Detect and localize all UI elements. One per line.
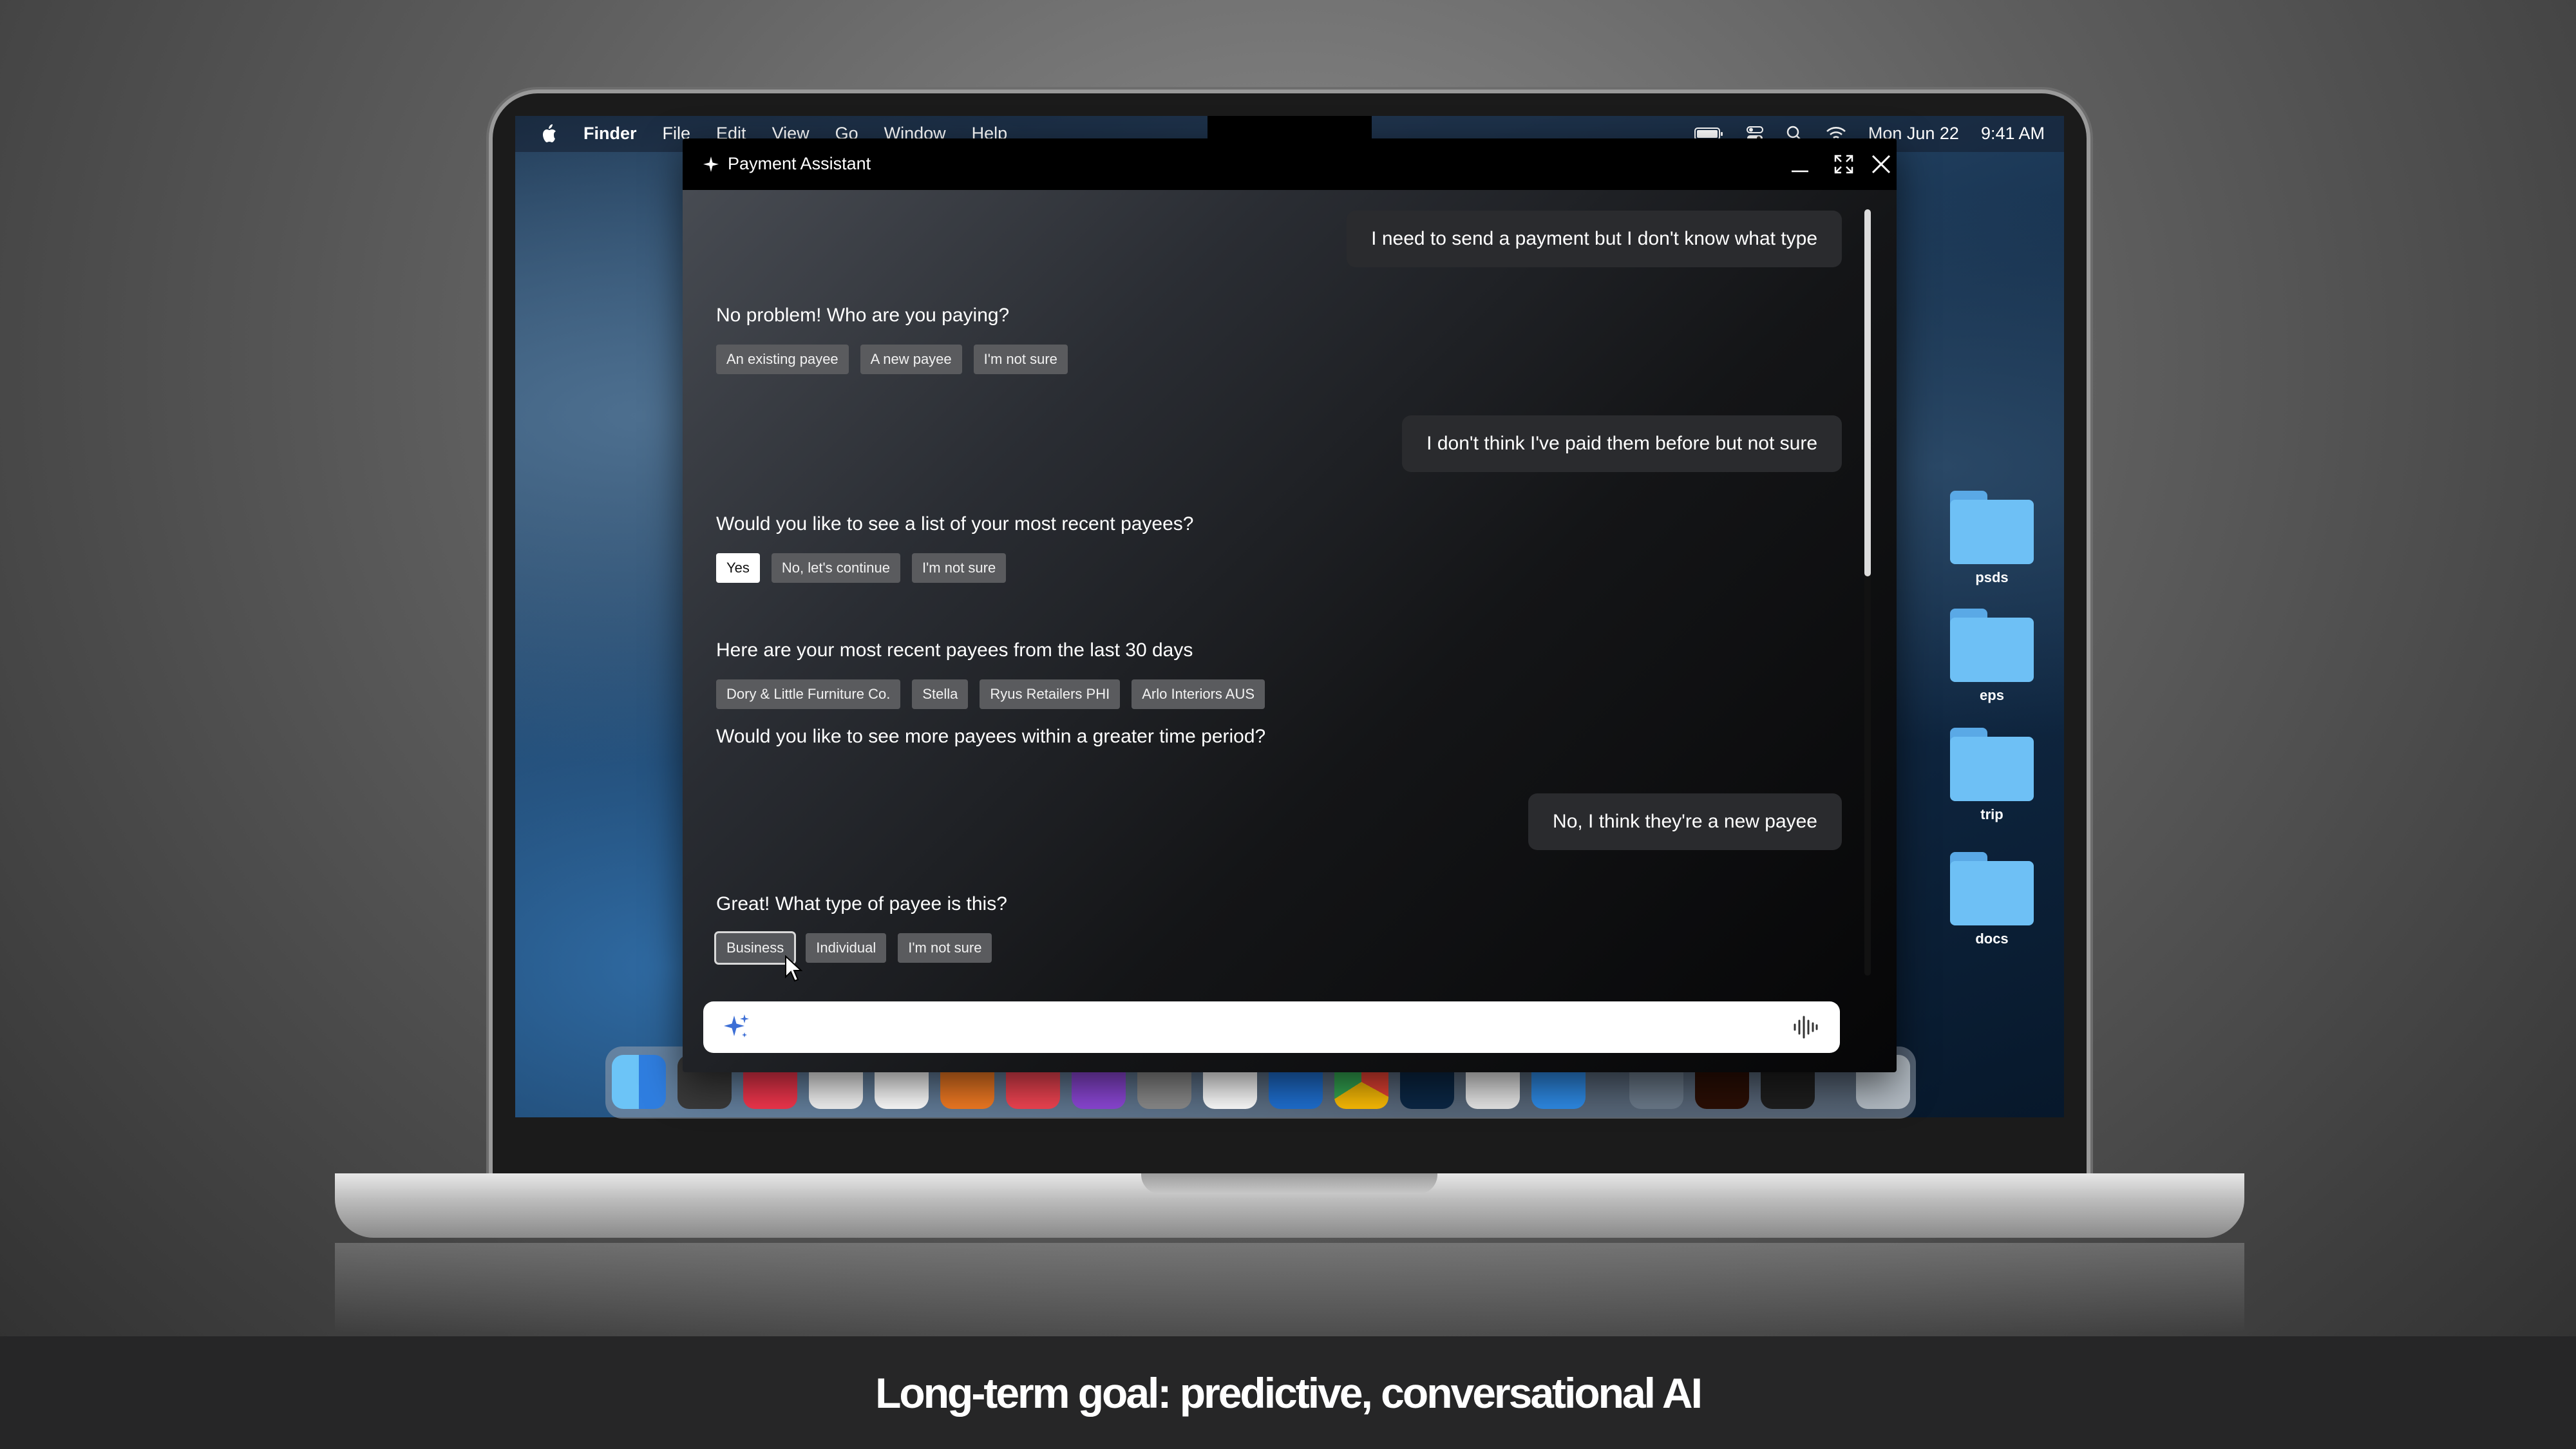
user-message: No, I think they're a new payee (1528, 793, 1842, 850)
user-message: I need to send a payment but I don't kno… (1347, 211, 1842, 267)
window-titlebar: Payment Assistant (683, 138, 1897, 190)
folder-label: psds (1975, 569, 2009, 585)
folder-label: docs (1975, 931, 2009, 947)
payee-ryus-retailers[interactable]: Ryus Retailers PHI (980, 679, 1121, 709)
option-not-sure[interactable]: I'm not sure (898, 933, 992, 963)
assistant-message: Here are your most recent payees from th… (716, 639, 1193, 661)
option-business[interactable]: Business (716, 933, 795, 963)
expand-icon (1834, 155, 1853, 174)
option-not-sure[interactable]: I'm not sure (973, 345, 1068, 374)
chat-input[interactable] (703, 1001, 1840, 1053)
payment-assistant-window: Payment Assistant I need to send a payme… (683, 138, 1897, 1072)
quick-reply-options: Yes No, let's continue I'm not sure (716, 553, 1007, 583)
close-button[interactable] (1868, 151, 1894, 177)
folder-label: trip (1980, 806, 2003, 822)
minimize-icon (1792, 170, 1808, 173)
chat-scrollbar[interactable] (1864, 209, 1871, 976)
folder-icon (1950, 861, 2034, 925)
quick-reply-options: An existing payee A new payee I'm not su… (716, 345, 1068, 374)
folder-icon (1950, 500, 2034, 564)
apple-icon[interactable] (541, 124, 558, 144)
payee-stella[interactable]: Stella (912, 679, 969, 709)
option-lets-continue[interactable]: No, let's continue (771, 553, 900, 583)
payee-arlo-interiors[interactable]: Arlo Interiors AUS (1132, 679, 1265, 709)
quick-reply-options: Business Individual I'm not sure (716, 933, 992, 963)
minimize-button[interactable] (1787, 151, 1813, 177)
assistant-message: Would you like to see a list of your mos… (716, 513, 1194, 535)
mouse-cursor-icon (785, 955, 802, 982)
caption-text: Long-term goal: predictive, conversation… (875, 1369, 1703, 1417)
menu-app-name[interactable]: Finder (583, 124, 637, 144)
folder-icon (1950, 737, 2034, 801)
option-not-sure[interactable]: I'm not sure (911, 553, 1007, 583)
window-title: Payment Assistant (728, 154, 871, 173)
option-new-payee[interactable]: A new payee (860, 345, 962, 374)
option-individual[interactable]: Individual (806, 933, 887, 963)
maximize-button[interactable] (1831, 151, 1857, 177)
scrollbar-thumb[interactable] (1864, 209, 1871, 576)
user-message: I don't think I've paid them before but … (1402, 415, 1842, 472)
assistant-message: No problem! Who are you paying? (716, 305, 1010, 326)
option-existing-payee[interactable]: An existing payee (716, 345, 849, 374)
recent-payee-options: Dory & Little Furniture Co. Stella Ryus … (716, 679, 1265, 709)
payee-dory-little[interactable]: Dory & Little Furniture Co. (716, 679, 901, 709)
folder-label: eps (1980, 687, 2004, 703)
voice-waveform-icon[interactable] (1792, 1016, 1818, 1039)
sparkle-icon[interactable] (721, 1012, 752, 1043)
folder-icon (1950, 618, 2034, 682)
assistant-message: Would you like to see more payees within… (716, 726, 1266, 747)
laptop-opening-notch (1141, 1173, 1437, 1194)
dock-finder-icon[interactable] (612, 1055, 666, 1109)
assistant-message: Great! What type of payee is this? (716, 893, 1007, 914)
option-yes[interactable]: Yes (716, 553, 760, 583)
sparkle-icon (703, 156, 719, 172)
close-icon (1871, 155, 1891, 174)
caption-bar: Long-term goal: predictive, conversation… (0, 1336, 2576, 1449)
menu-time[interactable]: 9:41 AM (1981, 124, 2045, 144)
laptop-reflection (335, 1243, 2244, 1333)
